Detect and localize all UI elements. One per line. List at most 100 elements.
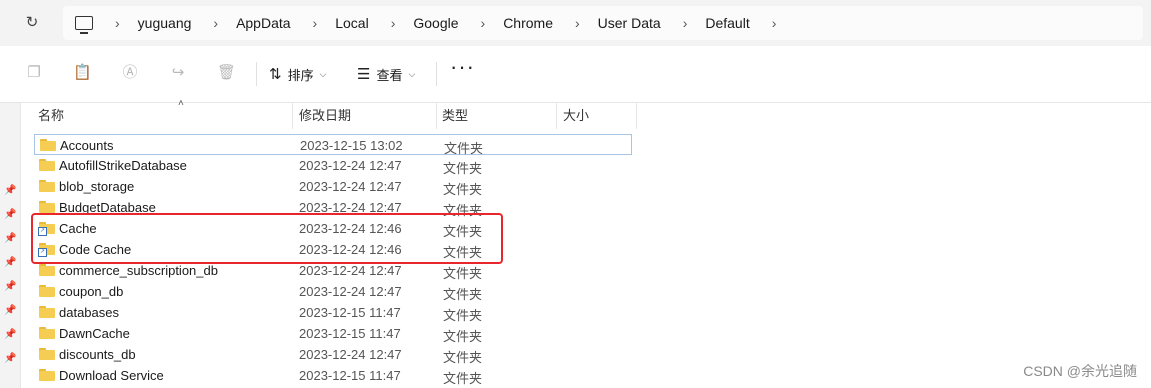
- breadcrumb-item[interactable]: › User Data: [553, 15, 661, 31]
- folder-icon: [39, 306, 55, 318]
- toolbar-divider: [436, 62, 437, 86]
- file-name: discounts_db: [59, 347, 136, 362]
- file-row[interactable]: databases 2023-12-15 11:47 文件夹: [34, 302, 632, 323]
- pin-icon[interactable]: 📌: [4, 257, 16, 269]
- column-header-modified[interactable]: 修改日期: [299, 103, 351, 129]
- file-name: Download Service: [59, 368, 164, 383]
- view-button[interactable]: ☰ 查看 ⌵: [357, 62, 415, 86]
- file-modified-date: 2023-12-15 11:47: [299, 305, 401, 320]
- column-divider[interactable]: [292, 103, 293, 129]
- chevron-right-icon: ›: [213, 15, 219, 31]
- file-name: commerce_subscription_db: [59, 263, 218, 278]
- chevron-down-icon: ⌵: [319, 68, 327, 79]
- column-header-size[interactable]: 大小: [563, 103, 589, 129]
- file-modified-date: 2023-12-15 11:47: [299, 368, 401, 383]
- file-modified-date: 2023-12-15 13:02: [300, 138, 403, 153]
- address-bar-row: ↻ › yuguang › AppData › Local › Google › Chro…: [0, 0, 1151, 46]
- breadcrumb-item[interactable]: › yuguang: [93, 15, 191, 31]
- folder-icon: [39, 180, 55, 192]
- file-type: 文件夹: [443, 350, 483, 365]
- pin-icon[interactable]: 📌: [4, 209, 16, 221]
- pin-icon[interactable]: 📌: [4, 185, 16, 197]
- file-modified-date: 2023-12-24 12:47: [299, 347, 402, 362]
- rename-icon[interactable]: Ⓐ: [121, 64, 139, 82]
- more-options-button[interactable]: ···: [450, 56, 475, 78]
- breadcrumb-item[interactable]: › Default: [661, 15, 750, 31]
- column-header-row: ˄ 名称 修改日期 类型 大小: [21, 98, 661, 129]
- address-bar[interactable]: › yuguang › AppData › Local › Google › Chrome…: [63, 6, 1143, 40]
- annotation-highlight-box: [31, 213, 503, 264]
- chevron-right-icon: ›: [480, 15, 486, 31]
- file-row[interactable]: Accounts 2023-12-15 13:02 文件夹: [34, 134, 632, 156]
- folder-icon: [39, 285, 55, 297]
- refresh-icon[interactable]: ↻: [22, 13, 42, 33]
- chevron-right-icon[interactable]: ›: [772, 15, 777, 31]
- folder-icon: [39, 159, 55, 171]
- chevron-down-icon: ⌵: [408, 68, 416, 79]
- file-modified-date: 2023-12-24 12:47: [299, 158, 402, 173]
- file-row[interactable]: blob_storage 2023-12-24 12:47 文件夹: [34, 176, 632, 197]
- file-row[interactable]: Download Service 2023-12-15 11:47 文件夹: [34, 365, 632, 386]
- folder-icon: [40, 139, 56, 151]
- file-row[interactable]: discounts_db 2023-12-24 12:47 文件夹: [34, 344, 632, 365]
- paste-icon[interactable]: 📋: [73, 64, 92, 82]
- pin-icon[interactable]: 📌: [4, 353, 16, 365]
- file-type: 文件夹: [443, 308, 483, 323]
- file-name: AutofillStrikeDatabase: [59, 158, 187, 173]
- file-type: 文件夹: [443, 182, 483, 197]
- file-name: blob_storage: [59, 179, 135, 194]
- file-type: 文件夹: [443, 329, 483, 344]
- breadcrumb-item[interactable]: › Google: [369, 15, 459, 31]
- chevron-right-icon: ›: [682, 15, 688, 31]
- share-icon[interactable]: ↪: [169, 64, 187, 82]
- this-pc-icon[interactable]: [75, 16, 93, 34]
- file-type: 文件夹: [443, 161, 483, 176]
- file-type: 文件夹: [443, 287, 483, 302]
- column-header-type[interactable]: 类型: [442, 103, 468, 129]
- pin-icon[interactable]: 📌: [4, 305, 16, 317]
- column-divider[interactable]: [436, 103, 437, 129]
- file-name: databases: [59, 305, 119, 320]
- breadcrumb-expand[interactable]: ›: [750, 15, 795, 31]
- breadcrumb-item[interactable]: › AppData: [191, 15, 290, 31]
- chevron-right-icon: ›: [115, 15, 120, 31]
- folder-icon: [39, 369, 55, 381]
- file-type: 文件夹: [443, 266, 483, 281]
- column-divider[interactable]: [636, 103, 637, 129]
- column-header-name[interactable]: 名称: [38, 103, 64, 129]
- command-bar: ❐ 📋 Ⓐ ↪ 🗑 ⇅ 排序 ⌵ ☰ 查看 ⌵: [0, 46, 1151, 103]
- file-modified-date: 2023-12-24 12:47: [299, 263, 402, 278]
- chevron-right-icon: ›: [574, 15, 580, 31]
- breadcrumb-item[interactable]: › Chrome: [459, 15, 553, 31]
- pin-icon[interactable]: 📌: [4, 281, 16, 293]
- sort-button[interactable]: ⇅ 排序 ⌵: [269, 62, 326, 86]
- file-name: coupon_db: [59, 284, 124, 299]
- copy-icon[interactable]: ❐: [25, 64, 43, 82]
- file-row[interactable]: DawnCache 2023-12-15 11:47 文件夹: [34, 323, 632, 344]
- watermark: CSDN @余光追随: [1023, 363, 1137, 379]
- chevron-right-icon: ›: [390, 15, 396, 31]
- file-type: 文件夹: [443, 371, 483, 386]
- file-name: Accounts: [60, 138, 114, 153]
- view-list-icon: ☰: [357, 66, 371, 83]
- folder-icon: [39, 264, 55, 276]
- chevron-right-icon: ›: [312, 15, 318, 31]
- pin-icon[interactable]: 📌: [4, 233, 16, 245]
- folder-icon: [39, 348, 55, 360]
- delete-icon[interactable]: 🗑: [217, 64, 236, 82]
- pin-icon[interactable]: 📌: [4, 329, 16, 341]
- file-name: DawnCache: [59, 326, 130, 341]
- navigation-pane: 📌 📌 📌 📌 📌 📌 📌 📌: [0, 103, 21, 388]
- toolbar-divider: [256, 62, 257, 86]
- file-modified-date: 2023-12-24 12:47: [299, 284, 402, 299]
- file-row[interactable]: AutofillStrikeDatabase 2023-12-24 12:47 文件…: [34, 155, 632, 176]
- file-modified-date: 2023-12-15 11:47: [299, 326, 401, 341]
- breadcrumb-item[interactable]: › Local: [291, 15, 369, 31]
- folder-icon: [39, 201, 55, 213]
- file-modified-date: 2023-12-24 12:47: [299, 179, 402, 194]
- column-divider[interactable]: [556, 103, 557, 129]
- sort-ascending-icon: ˄: [178, 98, 184, 109]
- file-row[interactable]: coupon_db 2023-12-24 12:47 文件夹: [34, 281, 632, 302]
- folder-icon: [39, 327, 55, 339]
- sort-icon: ⇅: [269, 66, 282, 83]
